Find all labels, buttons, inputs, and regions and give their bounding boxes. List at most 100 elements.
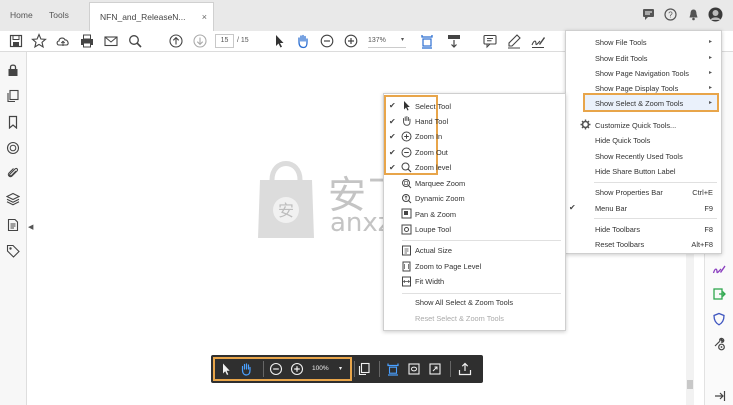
submenu-item-zoom-level[interactable]: Zoom level [415, 163, 451, 172]
page-thumbnails-icon[interactable] [6, 89, 20, 103]
gear-icon [580, 119, 591, 130]
hand-tool-icon[interactable] [295, 33, 311, 49]
floating-zoom-value[interactable]: 100% [312, 362, 329, 376]
submenu-item-show-all-select-zoom-tools[interactable]: Show All Select & Zoom Tools [415, 298, 513, 307]
left-navigation-rail [0, 52, 27, 405]
submenu-item-marquee-zoom[interactable]: Marquee Zoom [415, 179, 465, 188]
chevron-down-icon[interactable]: ▾ [339, 362, 342, 376]
next-page-icon[interactable] [192, 33, 208, 49]
zoom-out-icon[interactable] [319, 33, 335, 49]
page-number-input[interactable]: 15 [215, 34, 234, 48]
zoom-level-dropdown[interactable]: 137% ▾ [368, 34, 406, 48]
submenu-item-zoom-to-page-level[interactable]: Zoom to Page Level [415, 262, 481, 271]
scrollbar-thumb[interactable] [687, 380, 693, 389]
menu-item-menu-bar[interactable]: Menu Bar [595, 204, 627, 213]
submenu-item-actual-size[interactable]: Actual Size [415, 246, 452, 255]
menu-separator [402, 293, 561, 294]
help-icon[interactable]: ? [664, 8, 677, 21]
submenu-item-reset-select-zoom-tools: Reset Select & Zoom Tools [415, 314, 505, 323]
tags-icon[interactable] [6, 244, 20, 258]
zoom-in-icon[interactable] [343, 33, 359, 49]
shortcut-label: Ctrl+E [692, 188, 713, 197]
layers-icon[interactable] [6, 192, 20, 206]
save-icon[interactable] [8, 33, 24, 49]
collapse-panel-icon[interactable]: ◀ [28, 223, 33, 231]
check-icon: ✔ [389, 163, 396, 172]
attachments-target-icon[interactable] [6, 141, 20, 155]
page-thumbnails-icon[interactable] [357, 362, 371, 376]
menu-item-show-page-navigation-tools[interactable]: Show Page Navigation Tools [595, 69, 689, 78]
check-icon: ✔ [389, 117, 396, 126]
svg-text:安: 安 [278, 201, 294, 220]
shortcut-label: Alt+F8 [691, 240, 713, 249]
bookmark-star-icon[interactable] [31, 33, 47, 49]
select-zoom-submenu: ✔ Select Tool ✔ Hand Tool ✔ Zoom In ✔ Zo… [383, 93, 566, 331]
tab-document-title: NFN_and_ReleaseN... [100, 12, 186, 22]
submenu-item-zoom-in[interactable]: Zoom In [415, 132, 442, 141]
lock-icon[interactable] [6, 63, 20, 77]
submenu-item-zoom-out[interactable]: Zoom Out [415, 148, 448, 157]
add-comment-icon[interactable] [482, 33, 498, 49]
more-tools-icon[interactable] [712, 337, 726, 351]
submenu-arrow-icon: ▸ [708, 70, 712, 76]
hand-tool-icon[interactable] [239, 362, 253, 376]
search-icon[interactable] [127, 33, 143, 49]
expand-panel-icon[interactable] [712, 389, 726, 403]
print-icon[interactable] [79, 33, 95, 49]
email-icon[interactable] [103, 33, 119, 49]
close-tab-icon[interactable]: × [202, 3, 207, 32]
select-tool-icon[interactable] [219, 362, 233, 376]
fill-sign-icon[interactable] [530, 33, 546, 49]
menu-item-hide-toolbars[interactable]: Hide Toolbars [595, 225, 640, 234]
scroll-mode-icon[interactable] [446, 33, 462, 49]
paperclip-icon[interactable] [6, 166, 20, 180]
submenu-item-pan-zoom[interactable]: Pan & Zoom [415, 210, 456, 219]
page-display-icon[interactable] [419, 33, 435, 49]
full-screen-icon[interactable] [428, 362, 442, 376]
check-icon: ✔ [569, 203, 576, 212]
zoom-in-icon[interactable] [290, 362, 304, 376]
submenu-item-dynamic-zoom[interactable]: Dynamic Zoom [415, 194, 465, 203]
menu-item-show-page-display-tools[interactable]: Show Page Display Tools [595, 84, 678, 93]
menu-item-show-properties-bar[interactable]: Show Properties Bar [595, 188, 663, 197]
share-upload-icon[interactable] [458, 362, 472, 376]
actual-size-icon [401, 245, 412, 256]
submenu-item-select-tool[interactable]: Select Tool [415, 102, 451, 111]
comment-icon[interactable] [642, 8, 655, 21]
menu-item-reset-toolbars[interactable]: Reset Toolbars [595, 240, 644, 249]
avatar[interactable] [708, 7, 723, 22]
submenu-arrow-icon: ▸ [708, 55, 712, 61]
submenu-item-loupe-tool[interactable]: Loupe Tool [415, 225, 451, 234]
submenu-arrow-icon: ▸ [708, 100, 712, 106]
menu-item-hide-share-button-label[interactable]: Hide Share Button Label [595, 167, 676, 176]
pan-zoom-icon [401, 208, 412, 219]
zoom-level-icon [401, 162, 412, 173]
menu-item-show-file-tools[interactable]: Show File Tools [595, 38, 647, 47]
select-tool-icon[interactable] [271, 33, 287, 49]
tab-tools[interactable]: Tools [49, 0, 69, 31]
rotate-view-icon[interactable] [407, 362, 421, 376]
submenu-item-fit-width[interactable]: Fit Width [415, 277, 444, 286]
hand-icon [401, 115, 412, 126]
menu-item-hide-quick-tools[interactable]: Hide Quick Tools [595, 136, 650, 145]
menu-item-show-select-zoom-tools[interactable]: Show Select & Zoom Tools [595, 99, 683, 108]
bookmarks-icon[interactable] [6, 115, 20, 129]
cloud-upload-icon[interactable] [55, 33, 71, 49]
fit-width-icon [401, 276, 412, 287]
menu-item-customize-quick-tools[interactable]: Customize Quick Tools... [595, 121, 676, 130]
menu-item-show-recently-used-tools[interactable]: Show Recently Used Tools [595, 152, 683, 161]
highlight-pen-icon[interactable] [506, 33, 522, 49]
page-display-icon[interactable] [386, 362, 400, 376]
tab-document[interactable]: NFN_and_ReleaseN... × [89, 2, 214, 31]
bell-icon[interactable] [687, 8, 700, 21]
tab-home[interactable]: Home [10, 0, 33, 31]
previous-page-icon[interactable] [168, 33, 184, 49]
document-properties-icon[interactable] [6, 218, 20, 232]
export-pdf-icon[interactable] [712, 287, 726, 301]
fill-sign-tool-icon[interactable] [712, 262, 726, 276]
protect-shield-icon[interactable] [712, 312, 726, 326]
zoom-out-icon[interactable] [269, 362, 283, 376]
shortcut-label: F9 [704, 204, 713, 213]
submenu-item-hand-tool[interactable]: Hand Tool [415, 117, 448, 126]
menu-item-show-edit-tools[interactable]: Show Edit Tools [595, 54, 647, 63]
